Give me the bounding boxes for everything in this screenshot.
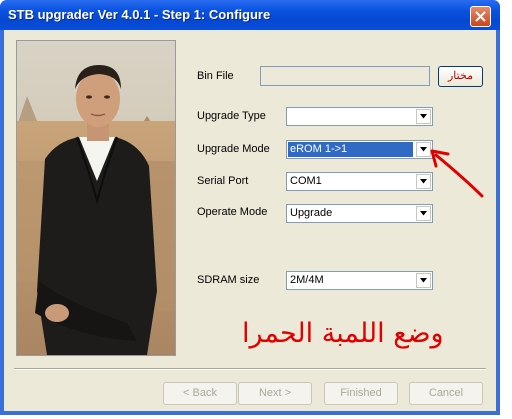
sdram-size-label: SDRAM size [197, 274, 260, 286]
app-window: STB upgrader Ver 4.0.1 - Step 1: Configu… [0, 0, 500, 415]
chevron-down-icon [420, 278, 427, 283]
finished-button[interactable]: Finished [324, 382, 398, 405]
next-button[interactable]: Next > [238, 382, 312, 405]
sdram-size-select[interactable]: 2M/4M [286, 271, 433, 290]
annotation-text: وضع اللمبة الحمرا [242, 318, 444, 349]
red-arrow-annotation [430, 149, 484, 198]
close-icon [475, 11, 486, 22]
cancel-button[interactable]: Cancel [409, 382, 483, 405]
close-button[interactable] [470, 6, 491, 27]
title-bar[interactable]: STB upgrader Ver 4.0.1 - Step 1: Configu… [0, 0, 500, 30]
button-separator [14, 368, 486, 370]
sdram-size-dropdown-button[interactable] [416, 273, 431, 288]
back-button[interactable]: < Back [163, 382, 237, 405]
sdram-size-value: 2M/4M [290, 274, 324, 286]
dialog-body: Bin File مختار Upgrade Type Upgrade Mode… [4, 30, 496, 411]
window-title: STB upgrader Ver 4.0.1 - Step 1: Configu… [8, 7, 271, 22]
